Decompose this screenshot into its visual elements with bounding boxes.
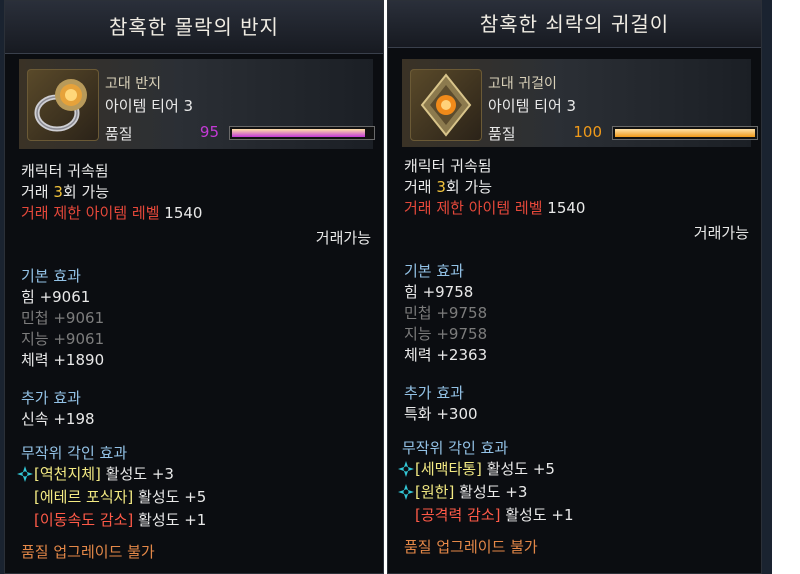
extra-effects: 추가 효과 특화 +300 — [404, 383, 749, 425]
engraving-header: 무작위 각인 효과 — [21, 444, 128, 462]
base-effects-header: 기본 효과 — [404, 262, 464, 280]
item-trade-info: 캐릭터 귀속됨 거래 3회 가능 거래 제한 아이템 레벨 1540 거래가능 — [404, 156, 749, 244]
item-tooltip-ring: 참혹한 몰락의 반지 고대 반지 아이템 티어 3 품질 95 캐릭터 귀속됨 … — [4, 0, 384, 574]
extra-stat: 특화 +300 — [404, 405, 478, 423]
engraving-row: [원한] 활성도 +3 — [398, 482, 749, 505]
ring-icon — [27, 69, 99, 141]
extra-stat: 신속 +198 — [21, 410, 95, 428]
item-tier: 아이템 티어 3 — [488, 97, 577, 115]
tradeable-label: 거래가능 — [315, 229, 371, 247]
engraving-active-icon — [398, 484, 414, 500]
item-info: 고대 반지 아이템 티어 3 — [105, 73, 193, 117]
engraving-effects: 무작위 각인 효과 [역천지체] 활성도 +3 [에테르 포식자] 활성도 +5… — [17, 443, 371, 533]
engraving-effects: 무작위 각인 효과 [세맥타통] 활성도 +5 [원한] 활성도 +3 [공격력… — [398, 438, 749, 528]
item-type: 고대 반지 — [105, 76, 161, 92]
engraving-active-icon — [398, 461, 414, 477]
quality-value: 100 — [573, 123, 602, 141]
item-type: 고대 귀걸이 — [488, 76, 557, 92]
trade-count: 거래 3회 가능 — [404, 178, 493, 196]
quality-upgrade-notice: 품질 업그레이드 불가 — [21, 543, 155, 561]
base-stat-vit: 체력 +2363 — [404, 346, 488, 364]
earring-icon — [410, 69, 482, 141]
engraving-header: 무작위 각인 효과 — [402, 439, 509, 457]
item-tooltip-earring: 참혹한 쇠락의 귀걸이 고대 귀걸이 아이템 티어 3 품질 100 캐릭터 귀… — [387, 0, 762, 574]
quality-bar-fill — [615, 129, 755, 137]
engraving-row: [공격력 감소] 활성도 +1 — [415, 506, 574, 524]
base-effects-header: 기본 효과 — [21, 267, 81, 285]
trade-limit: 거래 제한 아이템 레벨 1540 — [21, 204, 203, 222]
trade-count: 거래 3회 가능 — [21, 183, 110, 201]
item-trade-info: 캐릭터 귀속됨 거래 3회 가능 거래 제한 아이템 레벨 1540 거래가능 — [21, 161, 371, 249]
quality-bar — [229, 126, 375, 140]
quality-row: 품질 100 — [488, 123, 758, 145]
engraving-row: [세맥타통] 활성도 +5 — [398, 459, 749, 482]
item-header: 고대 귀걸이 아이템 티어 3 품질 100 — [402, 59, 758, 147]
base-effects: 기본 효과 힘 +9061 민첩 +9061 지능 +9061 체력 +1890 — [21, 266, 371, 371]
item-info: 고대 귀걸이 아이템 티어 3 — [488, 73, 576, 117]
engraving-row: [역천지체] 활성도 +3 — [17, 464, 371, 487]
trade-limit: 거래 제한 아이템 레벨 1540 — [404, 199, 586, 217]
item-tier: 아이템 티어 3 — [105, 97, 194, 115]
item-header: 고대 반지 아이템 티어 3 품질 95 — [19, 59, 375, 149]
engraving-row: [에테르 포식자] 활성도 +5 — [34, 488, 207, 506]
tradeable-label: 거래가능 — [693, 224, 749, 242]
quality-bar-fill — [232, 129, 365, 137]
base-stat-vit: 체력 +1890 — [21, 351, 105, 369]
item-title: 참혹한 몰락의 반지 — [5, 1, 383, 54]
quality-label: 품질 — [488, 125, 516, 143]
base-stat-str: 힘 +9758 — [404, 283, 474, 301]
quality-row: 품질 95 — [105, 123, 375, 145]
extra-effects-header: 추가 효과 — [404, 384, 464, 402]
background-game-ui-right — [762, 0, 772, 574]
base-stat-dex: 민첩 +9758 — [404, 304, 488, 322]
base-stat-int: 지능 +9758 — [404, 325, 488, 343]
engraving-active-icon — [17, 466, 33, 482]
bind-status: 캐릭터 귀속됨 — [21, 162, 109, 180]
extra-effects-header: 추가 효과 — [21, 389, 81, 407]
quality-upgrade-notice: 품질 업그레이드 불가 — [404, 538, 538, 556]
engraving-row: [이동속도 감소] 활성도 +1 — [34, 511, 207, 529]
base-stat-str: 힘 +9061 — [21, 288, 91, 306]
extra-effects: 추가 효과 신속 +198 — [21, 388, 371, 430]
quality-label: 품질 — [105, 125, 133, 143]
quality-value: 95 — [199, 123, 219, 141]
item-title: 참혹한 쇠락의 귀걸이 — [388, 1, 761, 48]
base-effects: 기본 효과 힘 +9758 민첩 +9758 지능 +9758 체력 +2363 — [404, 261, 749, 366]
base-stat-dex: 민첩 +9061 — [21, 309, 105, 327]
quality-bar — [612, 126, 758, 140]
base-stat-int: 지능 +9061 — [21, 330, 105, 348]
bind-status: 캐릭터 귀속됨 — [404, 157, 492, 175]
